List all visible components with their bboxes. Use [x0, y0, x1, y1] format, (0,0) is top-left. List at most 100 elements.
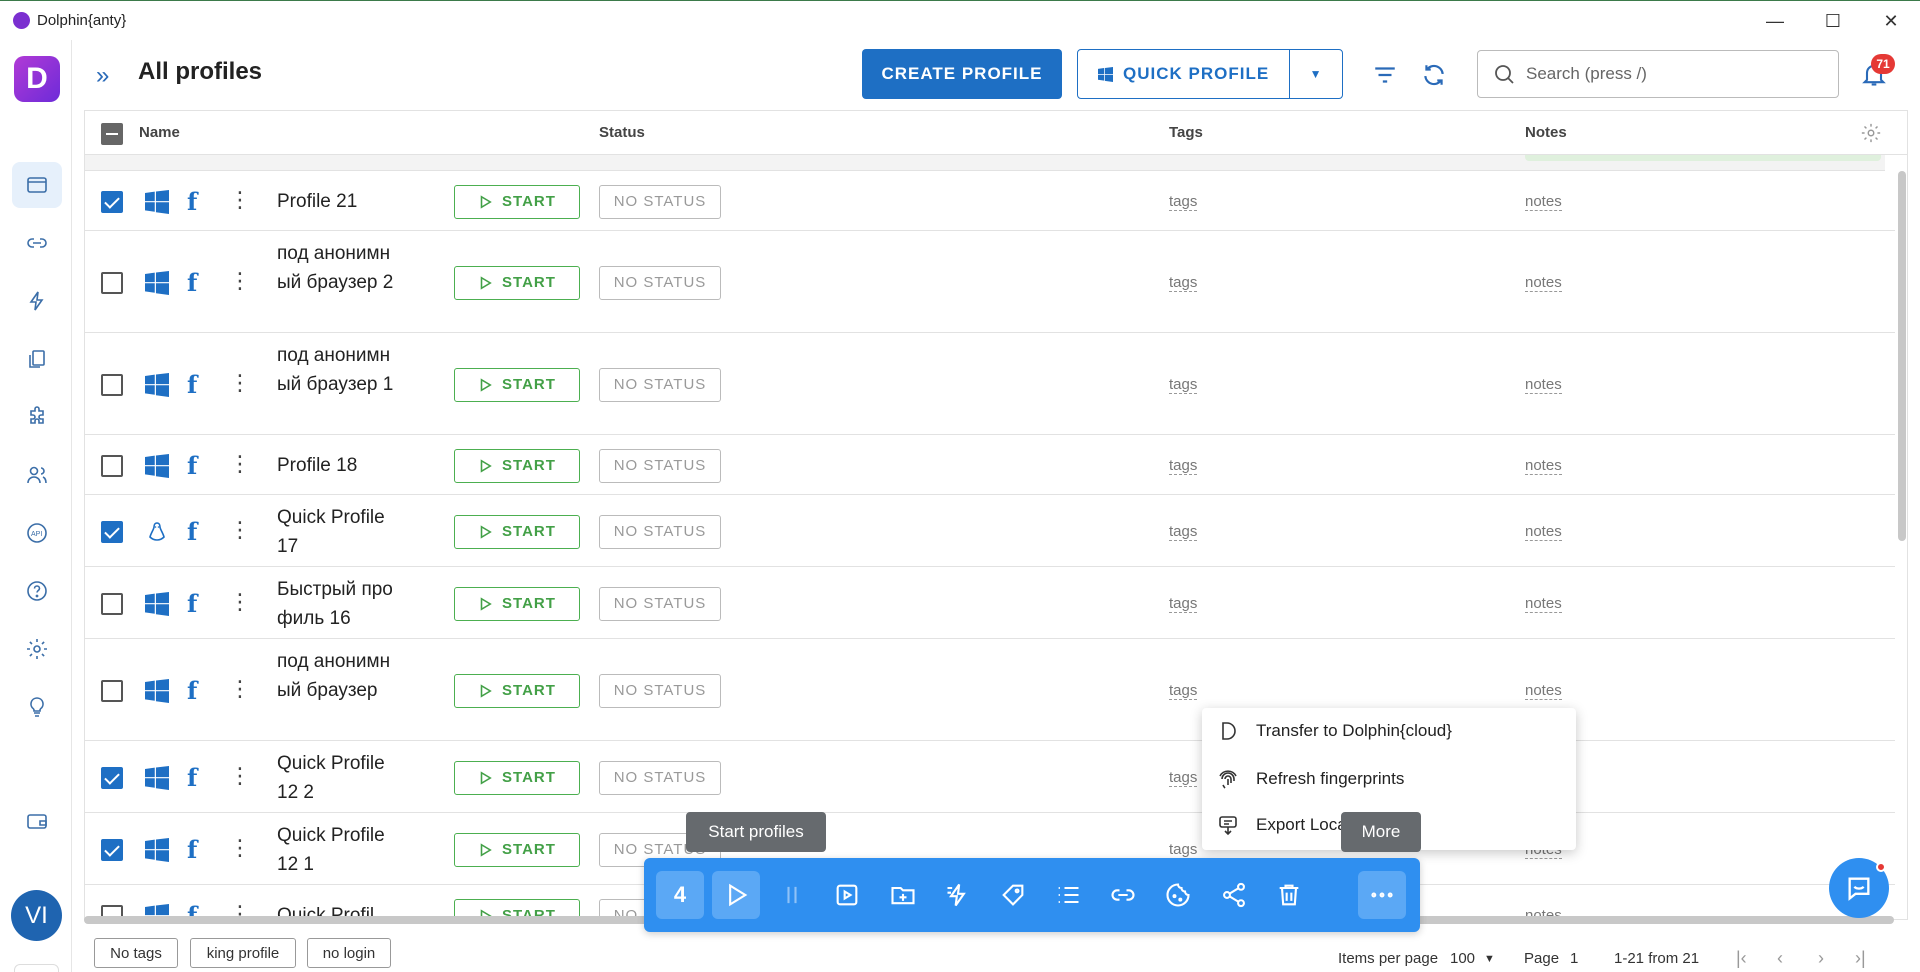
- sidebar-item-automation[interactable]: [12, 278, 62, 324]
- stop-profiles-button[interactable]: [768, 871, 816, 919]
- start-profiles-button[interactable]: [712, 871, 760, 919]
- row-checkbox[interactable]: [101, 838, 123, 861]
- status-badge[interactable]: NO STATUS: [599, 367, 721, 402]
- status-badge[interactable]: NO STATUS: [599, 586, 721, 621]
- quick-profile-dropdown[interactable]: ▼: [1290, 67, 1342, 81]
- row-checkbox[interactable]: [101, 592, 123, 615]
- profile-name[interactable]: под анонимный браузер 2: [277, 239, 397, 297]
- table-row[interactable]: f ⋮ Quick Profile 17 START NO STATUS tags note…: [85, 496, 1895, 567]
- vertical-scrollbar[interactable]: [1898, 171, 1906, 541]
- table-row[interactable]: f⋮Quick Profile 12 2STARTNO STATUStagsno…: [85, 742, 1895, 813]
- page-number[interactable]: 1: [1570, 950, 1578, 967]
- row-checkbox[interactable]: [101, 271, 123, 294]
- row-checkbox[interactable]: [101, 373, 123, 396]
- sidebar-item-proxy[interactable]: [12, 220, 62, 266]
- row-menu-icon[interactable]: ⋮: [229, 764, 251, 787]
- open-window-button[interactable]: [823, 871, 871, 919]
- quick-profile-button[interactable]: QUICK PROFILE: [1078, 50, 1291, 98]
- tags-cell[interactable]: tags: [1169, 274, 1198, 292]
- move-to-folder-button[interactable]: [879, 871, 927, 919]
- tag-chip-no-login[interactable]: no login: [307, 938, 391, 968]
- table-row[interactable]: f ⋮ Profile 18 START NO STATUS tags notes: [85, 436, 1895, 495]
- tags-cell[interactable]: tags: [1169, 523, 1198, 541]
- tags-cell[interactable]: tags: [1169, 376, 1198, 394]
- cookies-button[interactable]: [1154, 871, 1202, 919]
- sidebar-item-extensions[interactable]: [12, 394, 62, 440]
- language-switch[interactable]: EN: [14, 964, 59, 972]
- sidebar-item-ideas[interactable]: [12, 684, 62, 730]
- sidebar-item-help[interactable]: [12, 568, 62, 614]
- notes-cell[interactable]: notes: [1525, 523, 1562, 541]
- column-notes[interactable]: Notes: [1525, 124, 1567, 141]
- sidebar-item-settings[interactable]: [12, 626, 62, 672]
- select-all-checkbox[interactable]: [101, 123, 123, 145]
- status-badge[interactable]: NO STATUS: [599, 760, 721, 795]
- start-button[interactable]: START: [454, 265, 580, 300]
- status-badge[interactable]: NO STATUS: [599, 265, 721, 300]
- tags-cell[interactable]: tags: [1169, 193, 1198, 211]
- tag-chip-no-tags[interactable]: No tags: [94, 938, 178, 968]
- tags-cell[interactable]: tags: [1169, 769, 1198, 787]
- row-checkbox[interactable]: [101, 766, 123, 789]
- notes-cell[interactable]: notes: [1525, 193, 1562, 211]
- profile-name[interactable]: Quick Profile 12 1: [277, 821, 397, 879]
- tags-cell[interactable]: tags: [1169, 841, 1198, 859]
- row-menu-icon[interactable]: ⋮: [229, 677, 251, 700]
- share-button[interactable]: [1210, 871, 1258, 919]
- column-name[interactable]: Name: [139, 124, 180, 141]
- start-button[interactable]: START: [454, 586, 580, 621]
- table-row[interactable]: f ⋮ под анонимный браузер 2 START NO STATUS t…: [85, 232, 1895, 333]
- menu-item-transfer-cloud[interactable]: Transfer to Dolphin{cloud}: [1202, 708, 1576, 754]
- prev-page-icon[interactable]: ‹: [1777, 948, 1783, 969]
- last-page-icon[interactable]: ›|: [1855, 948, 1866, 969]
- minimize-button[interactable]: —: [1746, 1, 1804, 41]
- search-input[interactable]: [1526, 64, 1826, 84]
- status-badge[interactable]: NO STATUS: [599, 673, 721, 708]
- maximize-button[interactable]: ☐: [1804, 1, 1862, 41]
- profile-name[interactable]: Быстрый профиль 16: [277, 575, 397, 633]
- user-avatar[interactable]: VI: [11, 890, 62, 941]
- items-per-page-select[interactable]: 100: [1450, 950, 1475, 967]
- row-menu-icon[interactable]: ⋮: [229, 371, 251, 394]
- start-button[interactable]: START: [454, 832, 580, 867]
- delete-button[interactable]: [1265, 871, 1313, 919]
- notes-cell[interactable]: notes: [1525, 682, 1562, 700]
- table-row[interactable]: f ⋮ Profile 21 START NO STATUS tags notes: [85, 172, 1895, 231]
- tag-chip-king-profile[interactable]: king profile: [190, 938, 296, 968]
- row-checkbox[interactable]: [101, 454, 123, 477]
- status-badge[interactable]: NO STATUS: [599, 514, 721, 549]
- start-button[interactable]: START: [454, 367, 580, 402]
- row-menu-icon[interactable]: ⋮: [229, 590, 251, 613]
- row-checkbox[interactable]: [101, 190, 123, 213]
- change-proxy-button[interactable]: [1099, 871, 1147, 919]
- row-menu-icon[interactable]: ⋮: [229, 518, 251, 541]
- table-row[interactable]: f ⋮ под анонимный браузер START NO STATUS tag…: [85, 640, 1895, 741]
- create-profile-button[interactable]: CREATE PROFILE: [862, 49, 1062, 99]
- profile-name[interactable]: под анонимный браузер: [277, 647, 397, 705]
- start-button[interactable]: START: [454, 184, 580, 219]
- profile-name[interactable]: Profile 18: [277, 451, 397, 480]
- sidebar-item-team[interactable]: [12, 452, 62, 498]
- row-checkbox[interactable]: [101, 520, 123, 543]
- notes-cell[interactable]: notes: [1525, 274, 1562, 292]
- column-tags[interactable]: Tags: [1169, 124, 1203, 141]
- close-button[interactable]: ✕: [1862, 1, 1920, 41]
- items-per-page-chevron-icon[interactable]: ▼: [1484, 953, 1495, 965]
- refresh-button[interactable]: [1419, 60, 1449, 90]
- edit-tags-button[interactable]: [989, 871, 1037, 919]
- profile-name[interactable]: Quick Profile 12 2: [277, 749, 397, 807]
- tags-cell[interactable]: tags: [1169, 457, 1198, 475]
- notes-cell[interactable]: notes: [1525, 595, 1562, 613]
- start-button[interactable]: START: [454, 514, 580, 549]
- first-page-icon[interactable]: |‹: [1736, 948, 1747, 969]
- row-checkbox[interactable]: [101, 679, 123, 702]
- sidebar-item-wallet[interactable]: [12, 798, 62, 844]
- status-badge[interactable]: NO STATUS: [599, 448, 721, 483]
- row-menu-icon[interactable]: ⋮: [229, 269, 251, 292]
- next-page-icon[interactable]: ›: [1818, 948, 1824, 969]
- status-badge[interactable]: NO STATUS: [599, 184, 721, 219]
- start-button[interactable]: START: [454, 760, 580, 795]
- profile-name[interactable]: под анонимный браузер 1: [277, 341, 397, 399]
- change-status-button[interactable]: [1044, 871, 1092, 919]
- table-row[interactable]: f ⋮ Быстрый профиль 16 START NO STATUS tags no…: [85, 568, 1895, 639]
